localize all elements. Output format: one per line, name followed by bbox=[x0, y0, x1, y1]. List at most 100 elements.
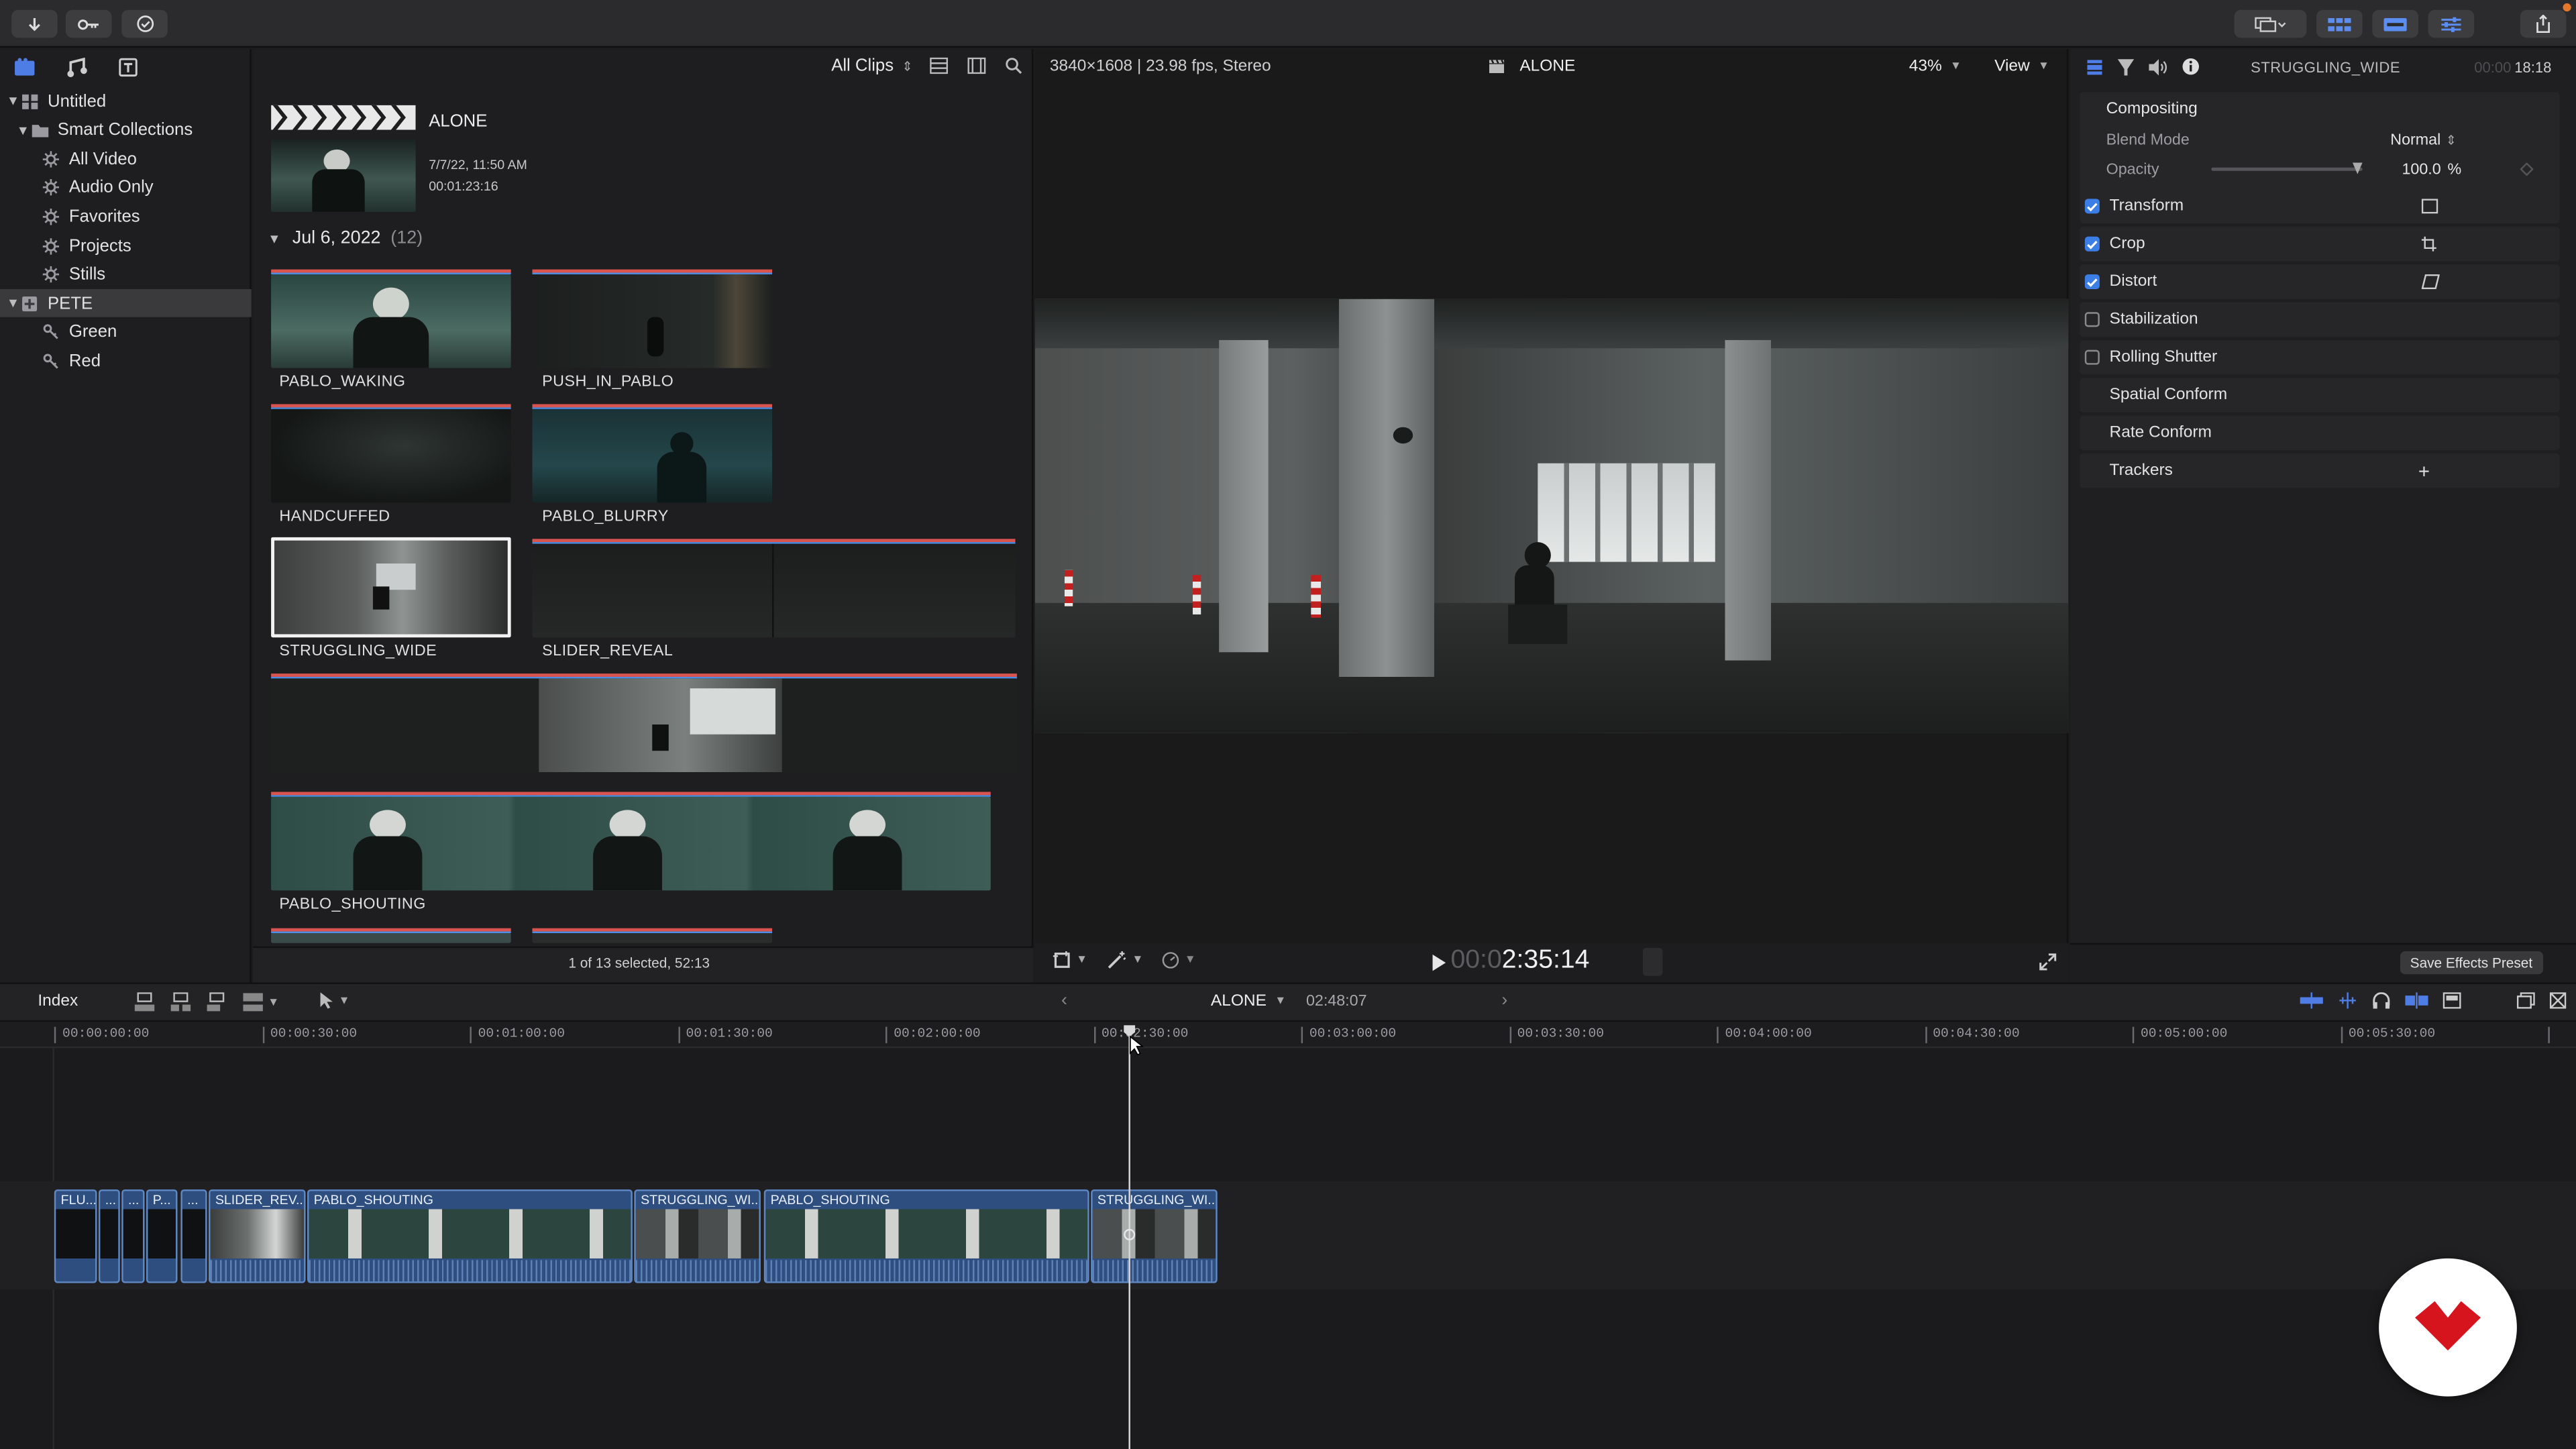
snapping-icon[interactable] bbox=[2405, 992, 2428, 1009]
transform-tool-menu[interactable]: ▼ bbox=[1053, 951, 1087, 969]
distort-icon[interactable] bbox=[2421, 274, 2440, 290]
sidebar-item-stills[interactable]: Stills bbox=[0, 260, 252, 288]
clip-filmstrip[interactable] bbox=[271, 796, 991, 891]
sidebar-item-smart-collections[interactable]: ▼ Smart Collections bbox=[0, 116, 252, 144]
blend-mode-menu[interactable]: Normal ⇕ bbox=[2390, 131, 2457, 150]
timeline-clip[interactable]: ... bbox=[121, 1189, 145, 1283]
date-group-header[interactable]: ▼ Jul 6, 2022 (12) bbox=[268, 228, 423, 248]
list-view-icon[interactable] bbox=[930, 57, 949, 74]
search-icon[interactable] bbox=[1006, 58, 1022, 74]
show-timeline-button[interactable] bbox=[2372, 9, 2418, 38]
clip-thumbnail[interactable] bbox=[271, 274, 511, 368]
sidebar-item-favorites[interactable]: Favorites bbox=[0, 203, 252, 231]
keywords-button[interactable] bbox=[65, 9, 112, 38]
clip-filter-menu[interactable]: All Clips ⇕ bbox=[831, 56, 913, 75]
selected-clip-thumbnail[interactable] bbox=[271, 537, 511, 638]
photos-media-icon[interactable] bbox=[13, 58, 36, 77]
opacity-field[interactable]: 100.0 % bbox=[2402, 161, 2461, 179]
clip-thumbnail[interactable] bbox=[532, 274, 773, 368]
effects-browser-icon[interactable] bbox=[2516, 992, 2535, 1009]
workspace-menu-button[interactable] bbox=[2234, 9, 2307, 38]
overwrite-menu[interactable]: ▼ bbox=[241, 992, 279, 1012]
forward-arrow-icon[interactable]: › bbox=[1501, 991, 1507, 1010]
save-effects-preset-button[interactable]: Save Effects Preset bbox=[2400, 951, 2542, 975]
sidebar-item-untitled[interactable]: ▼ Untitled bbox=[0, 87, 252, 115]
video-inspector-icon[interactable] bbox=[2086, 58, 2102, 74]
video-frame[interactable] bbox=[1034, 299, 2069, 733]
play-icon[interactable] bbox=[1432, 954, 1446, 971]
project-thumbnail[interactable] bbox=[271, 140, 416, 212]
audio-skimming-icon[interactable] bbox=[2338, 992, 2357, 1009]
sidebar-item-all-video[interactable]: All Video bbox=[0, 145, 252, 173]
sidebar-item-red[interactable]: Red bbox=[0, 347, 252, 376]
fullscreen-icon[interactable] bbox=[2039, 953, 2057, 971]
clip-thumbnail[interactable] bbox=[271, 409, 511, 503]
inspector-section-distort[interactable]: Distort bbox=[2080, 264, 2560, 299]
clip-filmstrip[interactable] bbox=[532, 543, 1016, 638]
sidebar-item-green[interactable]: Green bbox=[0, 319, 252, 347]
timeline-clip[interactable]: STRUGGLING_WI... bbox=[634, 1189, 761, 1283]
filmstrip-view-icon[interactable] bbox=[967, 57, 986, 74]
timeline-index-button[interactable]: Index bbox=[38, 992, 78, 1010]
timeline-clip[interactable]: SLIDER_REV... bbox=[209, 1189, 306, 1283]
headphones-icon[interactable] bbox=[2372, 992, 2390, 1009]
timeline-clip[interactable]: ... bbox=[180, 1189, 207, 1283]
timeline-clip[interactable]: P... bbox=[146, 1189, 178, 1283]
checkbox[interactable] bbox=[2084, 236, 2100, 252]
inspector-section-transform[interactable]: Transform bbox=[2080, 189, 2560, 224]
disclosure-triangle-icon[interactable]: ▼ bbox=[7, 296, 20, 311]
import-button[interactable] bbox=[11, 9, 58, 38]
transform-icon[interactable] bbox=[2421, 199, 2438, 214]
inspector-section-rolling-shutter[interactable]: Rolling Shutter bbox=[2080, 339, 2560, 375]
add-tracker-icon[interactable]: + bbox=[2418, 459, 2430, 482]
speaker-icon[interactable] bbox=[2149, 58, 2167, 75]
back-arrow-icon[interactable]: ‹ bbox=[1061, 991, 1067, 1010]
timeline-clip[interactable]: PABLO_SHOUTING bbox=[307, 1189, 633, 1283]
inspector-section-trackers[interactable]: Trackers + bbox=[2080, 453, 2560, 488]
timeline-clip[interactable]: FLU... bbox=[54, 1189, 97, 1283]
sidebar-item-audio-only[interactable]: Audio Only bbox=[0, 174, 252, 202]
connect-clip-icon[interactable] bbox=[133, 992, 156, 1012]
music-sounds-icon[interactable] bbox=[66, 57, 89, 78]
clip-appearance-icon[interactable] bbox=[2443, 992, 2461, 1009]
checkbox[interactable] bbox=[2084, 350, 2100, 365]
checkbox[interactable] bbox=[2084, 199, 2100, 214]
view-menu[interactable]: View ▼ bbox=[1994, 58, 2049, 76]
inspector-section-spatial-conform[interactable]: Spatial Conform bbox=[2080, 378, 2560, 413]
color-inspector-icon[interactable] bbox=[2117, 58, 2135, 75]
clip-thumbnail[interactable] bbox=[532, 933, 773, 943]
zoom-menu[interactable]: 43% ▼ bbox=[1909, 58, 1962, 76]
opacity-slider[interactable] bbox=[2211, 162, 2363, 174]
share-button[interactable] bbox=[2520, 9, 2567, 38]
crop-icon[interactable] bbox=[2421, 236, 2436, 252]
timeline-clip[interactable]: PABLO_SHOUTING bbox=[763, 1189, 1089, 1283]
insert-clip-icon[interactable] bbox=[169, 992, 192, 1012]
clip-thumbnail[interactable] bbox=[532, 409, 773, 503]
append-clip-icon[interactable] bbox=[205, 992, 228, 1012]
retime-menu[interactable]: ▼ bbox=[1161, 951, 1196, 969]
background-tasks-button[interactable] bbox=[121, 9, 168, 38]
transitions-browser-icon[interactable] bbox=[2549, 992, 2567, 1009]
clip-filmstrip[interactable] bbox=[271, 678, 1017, 773]
sidebar-item-pete[interactable]: ▼ PETE bbox=[0, 289, 252, 318]
info-icon[interactable] bbox=[2182, 58, 2200, 76]
enhancements-menu[interactable]: ▼ bbox=[1108, 951, 1143, 969]
skimming-icon[interactable] bbox=[2300, 992, 2323, 1009]
checkbox[interactable] bbox=[2084, 274, 2100, 290]
show-browser-button[interactable] bbox=[2316, 9, 2363, 38]
audio-meter-toggle[interactable] bbox=[1643, 948, 1663, 976]
timeline-ruler[interactable]: 00:00:00:00 00:00:30:00 00:01:00:00 00:01:3… bbox=[0, 1022, 2576, 1049]
keyframe-diamond-icon[interactable] bbox=[2520, 162, 2534, 176]
inspector-section-rate-conform[interactable]: Rate Conform bbox=[2080, 415, 2560, 451]
clip-thumbnail[interactable] bbox=[271, 933, 511, 943]
show-inspector-button[interactable] bbox=[2428, 9, 2475, 38]
checkbox[interactable] bbox=[2084, 312, 2100, 327]
titles-generators-icon[interactable] bbox=[118, 58, 138, 77]
timeline-project-menu[interactable]: ALONE ▼ bbox=[1211, 992, 1286, 1010]
sidebar-item-projects[interactable]: Projects bbox=[0, 231, 252, 260]
timeline-clip[interactable]: ... bbox=[98, 1189, 120, 1283]
inspector-section-stabilization[interactable]: Stabilization bbox=[2080, 302, 2560, 337]
timeline-clip[interactable]: STRUGGLING_WI... bbox=[1091, 1189, 1218, 1283]
disclosure-triangle-icon[interactable]: ▼ bbox=[16, 123, 30, 138]
inspector-section-crop[interactable]: Crop bbox=[2080, 226, 2560, 262]
